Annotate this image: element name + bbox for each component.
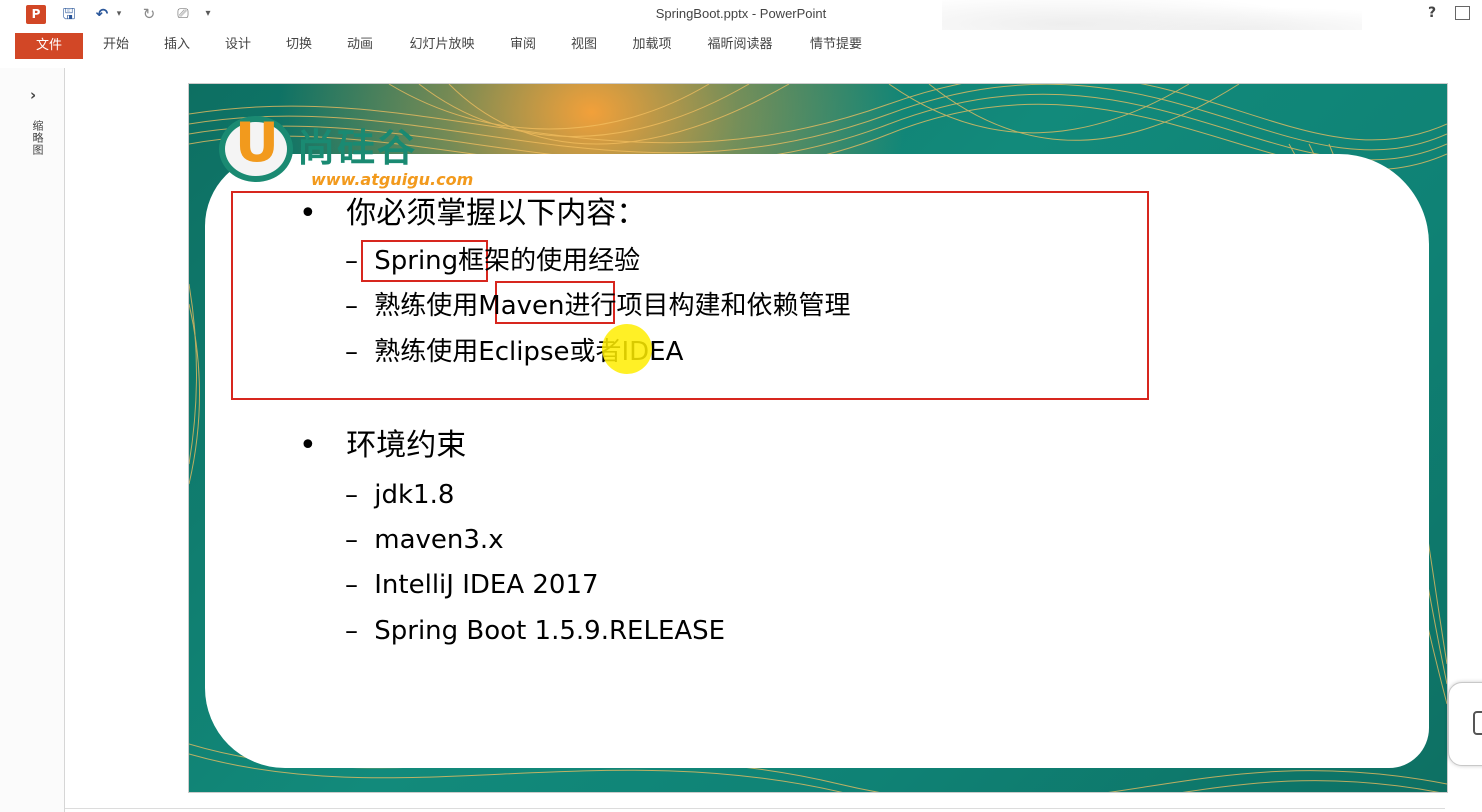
start-slideshow-icon[interactable]: ⎚ bbox=[172, 4, 194, 24]
list-item: – jdk1.8 bbox=[345, 477, 454, 513]
thumbnail-pane: › 缩略图 bbox=[0, 68, 65, 812]
logo-u-letter: U bbox=[235, 111, 279, 174]
laser-pointer bbox=[602, 324, 652, 374]
redo-icon[interactable]: ↻ bbox=[139, 4, 159, 24]
help-icon[interactable]: ? bbox=[1428, 5, 1436, 21]
dash-mark: – bbox=[345, 570, 358, 600]
tab-slideshow[interactable]: 幻灯片放映 bbox=[400, 32, 484, 58]
section-heading: 你必须掌握以下内容： bbox=[346, 196, 647, 231]
list-item-text: Spring Boot 1.5.9.RELEASE bbox=[374, 616, 726, 646]
customize-toolbar-icon[interactable]: ▾ bbox=[203, 4, 213, 24]
tab-design[interactable]: 设计 bbox=[216, 32, 260, 58]
widget-icon bbox=[1473, 711, 1482, 735]
powerpoint-app-icon[interactable]: P bbox=[26, 5, 46, 24]
tab-foxit-reader[interactable]: 福昕阅读器 bbox=[696, 32, 784, 58]
tab-transitions[interactable]: 切换 bbox=[277, 32, 321, 58]
logo-url: www.atguigu.com bbox=[311, 170, 474, 189]
list-item-text: IntelliJ IDEA 2017 bbox=[374, 570, 599, 600]
list-item: – Spring Boot 1.5.9.RELEASE bbox=[345, 613, 725, 649]
ribbon-tabs: 文件 开始 插入 设计 切换 动画 幻灯片放映 审阅 视图 加载项 福昕阅读器 … bbox=[0, 30, 1482, 60]
expand-thumbnails-icon[interactable]: › bbox=[30, 86, 36, 104]
dash-mark: – bbox=[345, 616, 358, 646]
bullet-heading: • 你必须掌握以下内容： bbox=[299, 194, 646, 234]
ribbon-display-options-icon[interactable] bbox=[1455, 6, 1470, 20]
dash-mark: – bbox=[345, 291, 358, 321]
list-item: – IntelliJ IDEA 2017 bbox=[345, 567, 599, 603]
list-item: – Spring框架的使用经验 bbox=[345, 243, 640, 279]
tab-insert[interactable]: 插入 bbox=[155, 32, 199, 58]
list-item-text: 熟练使用Maven进行项目构建和依赖管理 bbox=[374, 291, 851, 321]
slide-canvas[interactable]: U 尚硅谷 www.atguigu.com • 你必须掌握以下内容： – Spr… bbox=[188, 83, 1448, 793]
list-item-text: jdk1.8 bbox=[374, 480, 455, 510]
tab-storyboarding[interactable]: 情节提要 bbox=[802, 32, 870, 58]
tab-home[interactable]: 开始 bbox=[94, 32, 138, 58]
undo-icon[interactable]: ↶ bbox=[92, 4, 112, 24]
bullet-dot: • bbox=[299, 196, 317, 231]
bullet-heading: • 环境约束 bbox=[299, 426, 466, 466]
save-icon[interactable]: 🖫 bbox=[59, 4, 79, 24]
logo-name: 尚硅谷 bbox=[297, 126, 418, 170]
dash-mark: – bbox=[345, 246, 358, 276]
tab-view[interactable]: 视图 bbox=[562, 32, 606, 58]
tab-review[interactable]: 审阅 bbox=[501, 32, 545, 58]
tab-animations[interactable]: 动画 bbox=[338, 32, 382, 58]
list-item: – maven3.x bbox=[345, 522, 504, 558]
floating-side-widget[interactable] bbox=[1448, 682, 1482, 766]
list-item: – 熟练使用Maven进行项目构建和依赖管理 bbox=[345, 288, 851, 324]
dash-mark: – bbox=[345, 337, 358, 367]
dash-mark: – bbox=[345, 525, 358, 555]
list-item-text: Spring框架的使用经验 bbox=[374, 246, 641, 276]
bullet-dot: • bbox=[299, 428, 317, 463]
dash-mark: – bbox=[345, 480, 358, 510]
tab-file[interactable]: 文件 bbox=[15, 33, 83, 59]
thumbnail-pane-label[interactable]: 缩略图 bbox=[30, 120, 44, 156]
divider bbox=[65, 808, 1445, 809]
title-bar: P 🖫 ↶ ▾ ↻ ⎚ ▾ SpringBoot.pptx - PowerPoi… bbox=[0, 0, 1482, 60]
undo-dropdown-icon[interactable]: ▾ bbox=[114, 4, 124, 24]
list-item-text: maven3.x bbox=[374, 525, 504, 555]
section-heading: 环境约束 bbox=[346, 428, 467, 463]
tab-addins[interactable]: 加载项 bbox=[624, 32, 680, 58]
